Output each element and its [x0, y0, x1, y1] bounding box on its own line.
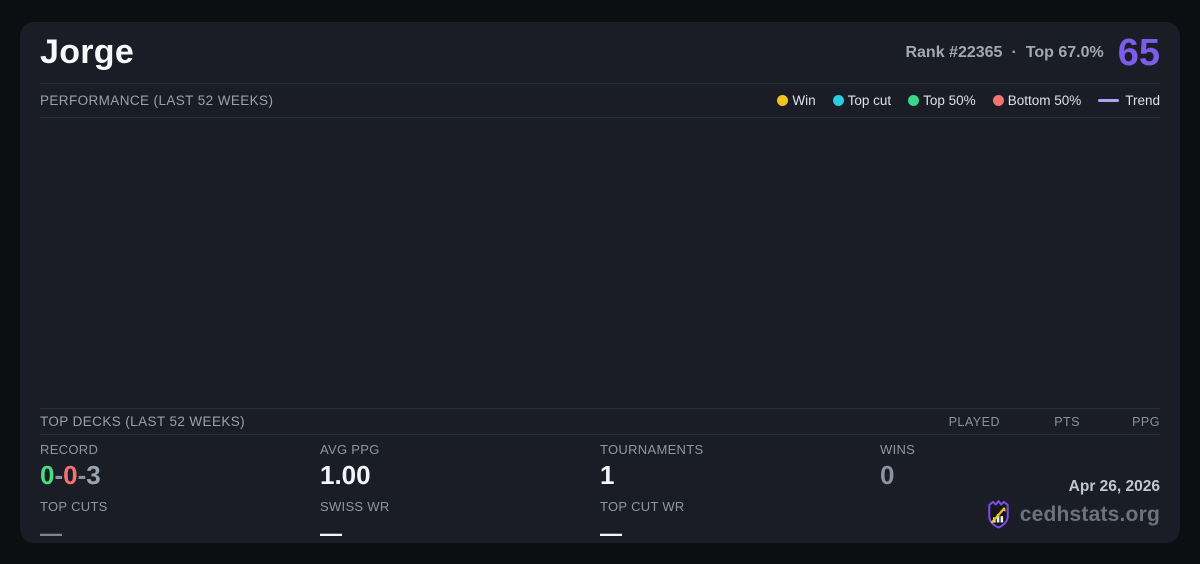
rank-label: Rank #22365 — [905, 43, 1003, 61]
record-value: 0-0-3 — [40, 461, 320, 490]
win-dot-icon — [777, 95, 789, 106]
legend-label: Top 50% — [923, 93, 976, 108]
stat-tournaments: TOURNAMENTS 1 TOP CUT WR — — [600, 442, 880, 545]
record-label: RECORD — [40, 442, 99, 457]
legend-item-trend: Trend — [1098, 93, 1160, 108]
card-date: Apr 26, 2026 — [1068, 478, 1160, 495]
legend-item-top50: Top 50% — [908, 93, 976, 108]
top50-dot-icon — [908, 95, 920, 106]
percentile-label: Top 67.0% — [1025, 43, 1104, 61]
footer-brand-block: Apr 26, 2026 cedhstats.org — [985, 478, 1160, 530]
top-cut-wr-value: — — [600, 520, 622, 546]
top-decks-header: TOP DECKS (LAST 52 WEEKS) PLAYED PTS PPG — [40, 409, 1160, 434]
top-cut-wr-label: TOP CUT WR — [600, 498, 685, 514]
avg-ppg-label: AVG PPG — [320, 442, 380, 457]
column-header-pts: PTS — [1054, 414, 1080, 429]
topcut-dot-icon — [832, 95, 844, 106]
stat-record: RECORD 0-0-3 TOP CUTS — — [40, 442, 320, 545]
record-draws: 3 — [86, 460, 101, 490]
performance-chart-area — [40, 118, 1160, 408]
player-name: Jorge — [40, 33, 135, 71]
performance-header: PERFORMANCE (LAST 52 WEEKS) Win Top cut … — [40, 84, 1160, 117]
record-separator: - — [77, 460, 87, 490]
top-decks-title: TOP DECKS (LAST 52 WEEKS) — [40, 414, 246, 429]
top-cuts-label: TOP CUTS — [40, 498, 108, 514]
record-separator: - — [54, 460, 64, 490]
legend-label: Win — [792, 93, 816, 108]
top-decks-columns: PLAYED PTS PPG — [920, 415, 1160, 429]
stat-avg-ppg: AVG PPG 1.00 SWISS WR — — [320, 442, 600, 545]
player-score: 65 — [1117, 31, 1160, 74]
trend-line-icon — [1098, 99, 1120, 102]
rank-separator: · — [1011, 43, 1017, 61]
swiss-wr-value: — — [320, 520, 342, 546]
top-cuts-value: — — [40, 520, 62, 546]
brand-row: cedhstats.org — [985, 499, 1160, 530]
tournaments-value: 1 — [600, 460, 615, 490]
legend-label: Trend — [1125, 93, 1160, 108]
rank-text: Rank #22365 · Top 67.0% — [905, 44, 1103, 62]
legend-item-bottom50: Bottom 50% — [992, 93, 1082, 108]
card-header: Jorge Rank #22365 · Top 67.0% 65 — [40, 22, 1160, 83]
brand-name: cedhstats.org — [1019, 502, 1160, 526]
performance-title: PERFORMANCE (LAST 52 WEEKS) — [40, 93, 274, 108]
legend-item-win: Win — [777, 93, 816, 108]
swiss-wr-label: SWISS WR — [320, 498, 390, 514]
chart-legend: Win Top cut Top 50% Bottom 50% Trend — [777, 93, 1160, 108]
bottom50-dot-icon — [992, 95, 1004, 106]
legend-label: Top cut — [847, 93, 892, 108]
player-stats-card: Jorge Rank #22365 · Top 67.0% 65 PERFORM… — [20, 22, 1180, 545]
tournaments-label: TOURNAMENTS — [600, 442, 704, 457]
wins-label: WINS — [880, 442, 916, 457]
column-header-ppg: PPG — [1132, 414, 1160, 429]
header-rank-block: Rank #22365 · Top 67.0% 65 — [905, 34, 1160, 72]
legend-item-topcut: Top cut — [832, 93, 892, 108]
column-header-played: PLAYED — [948, 414, 1000, 429]
record-losses: 0 — [63, 460, 78, 490]
legend-label: Bottom 50% — [1007, 93, 1082, 108]
avg-ppg-value: 1.00 — [320, 460, 371, 490]
cedhstats-logo-icon — [985, 499, 1012, 530]
record-wins: 0 — [40, 460, 55, 490]
